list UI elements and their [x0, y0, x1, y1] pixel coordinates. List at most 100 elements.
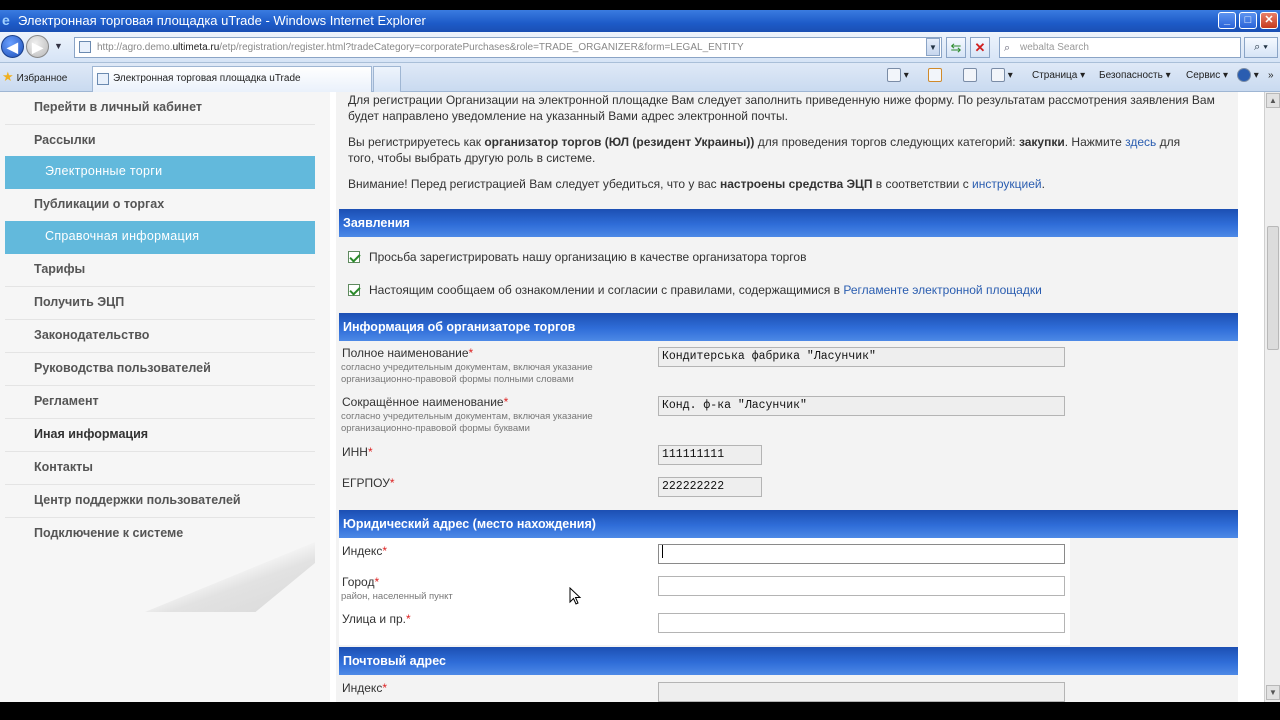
- text-caret: [662, 545, 663, 558]
- print-button[interactable]: ▾: [991, 68, 1013, 84]
- egrpou-field[interactable]: 222222222: [658, 477, 762, 497]
- sidebar-item-e-trading[interactable]: Электронные торги: [5, 156, 315, 189]
- intro-text: Вы регистрируетесь как: [348, 135, 485, 149]
- url-domain: ultimeta.ru: [172, 42, 220, 53]
- intro-text-line: того, чтобы выбрать другую роль в систем…: [348, 151, 596, 165]
- home-icon: [887, 68, 901, 83]
- sidebar-item-mailings[interactable]: Рассылки: [5, 125, 315, 158]
- intro-text-line: Для регистрации Организации на электронн…: [348, 93, 1215, 107]
- minimize-button[interactable]: _: [1218, 12, 1236, 29]
- help-button[interactable]: ▾: [1237, 68, 1259, 84]
- service-menu[interactable]: Сервис ▾: [1186, 68, 1228, 84]
- home-button[interactable]: ▾: [887, 68, 909, 84]
- section-header-legal-address: Юридический адрес (место нахождения): [339, 510, 1238, 538]
- tab-page-icon: [97, 73, 109, 85]
- scrollbar-thumb[interactable]: [1267, 226, 1279, 350]
- window-titlebar: e Электронная торговая площадка uTrade -…: [0, 10, 1280, 32]
- agree-checkbox[interactable]: [348, 284, 360, 296]
- screen: e Электронная торговая площадка uTrade -…: [0, 0, 1280, 720]
- section-header-organizer: Информация об организаторе торгов: [339, 313, 1238, 341]
- sidebar-item-publications[interactable]: Публикации о торгах: [5, 189, 315, 222]
- required-mark: *: [389, 476, 395, 490]
- city-input[interactable]: [658, 576, 1065, 596]
- full-name-label: Полное наименование*: [342, 346, 473, 361]
- required-mark: *: [382, 681, 387, 695]
- sidebar-item-tariffs[interactable]: Тарифы: [5, 254, 315, 287]
- security-menu[interactable]: Безопасность ▾: [1099, 68, 1171, 84]
- page-menu[interactable]: Страница ▾: [1032, 68, 1085, 84]
- url-dropdown-button[interactable]: ▼: [926, 38, 940, 56]
- favorites-button[interactable]: ★ Избранное: [2, 69, 67, 85]
- close-window-button[interactable]: ✕: [1260, 12, 1278, 29]
- street-input[interactable]: [658, 613, 1065, 633]
- sidebar-item-connect[interactable]: Подключение к системе: [5, 518, 315, 551]
- full-name-field[interactable]: Кондитерська фабрика "Ласунчик": [658, 347, 1065, 367]
- label-text: Улица и пр.: [342, 612, 406, 626]
- hint-line: согласно учредительным документам, включ…: [341, 411, 593, 422]
- help-icon: [1237, 68, 1251, 83]
- mail-button[interactable]: [963, 68, 977, 84]
- tab-title: Электронная торговая площадка uTrade: [113, 73, 301, 84]
- regulations-link[interactable]: Регламенте электронной площадки: [843, 283, 1041, 297]
- new-tab-button[interactable]: [373, 66, 401, 92]
- maximize-button[interactable]: □: [1239, 12, 1257, 29]
- sidebar-item-contacts[interactable]: Контакты: [5, 452, 315, 485]
- instructions-link[interactable]: инструкцией: [972, 177, 1042, 191]
- url-field[interactable]: http://agro.demo.ultimeta.ru/etp/registr…: [74, 37, 942, 58]
- short-name-label: Сокращённое наименование*: [342, 395, 508, 410]
- required-mark: *: [405, 612, 411, 626]
- short-name-field[interactable]: Конд. ф-ка "Ласунчик": [658, 396, 1065, 416]
- legal-index-input[interactable]: [658, 544, 1065, 564]
- sidebar-item-legislation[interactable]: Законодательство: [5, 320, 315, 353]
- history-dropdown-icon[interactable]: ▼: [54, 41, 63, 51]
- forward-button[interactable]: ▶: [26, 35, 49, 58]
- scroll-up-icon[interactable]: ▲: [1266, 93, 1280, 108]
- sidebar-item-other-info[interactable]: Иная информация: [5, 419, 315, 452]
- label-text: ИНН: [342, 445, 368, 459]
- toolbar-overflow-button[interactable]: »: [1268, 68, 1274, 84]
- search-input[interactable]: ⌕ webalta Search: [999, 37, 1241, 58]
- sidebar-item-user-guides[interactable]: Руководства пользователей: [5, 353, 315, 386]
- intro-paragraph-1: Для регистрации Организации на электронн…: [336, 92, 1231, 124]
- change-role-link[interactable]: здесь: [1125, 135, 1156, 149]
- sidebar-item-reference[interactable]: Справочная информация: [5, 221, 315, 254]
- hint-line: согласно учредительным документам, включ…: [341, 362, 593, 373]
- sidebar-item-support[interactable]: Центр поддержки пользователей: [5, 485, 315, 518]
- intro-text: для: [1156, 135, 1181, 149]
- checkbox-label: Просьба зарегистрировать нашу организаци…: [369, 250, 807, 264]
- register-checkbox[interactable]: [348, 251, 360, 263]
- sidebar-item-get-eds[interactable]: Получить ЭЦП: [5, 287, 315, 320]
- postal-index-label: Индекс*: [342, 681, 387, 696]
- page-content: Перейти в личный кабинет Рассылки Электр…: [0, 92, 1264, 702]
- inn-label: ИНН*: [342, 445, 373, 460]
- intro-text: для проведения торгов следующих категори…: [754, 135, 1019, 149]
- rss-icon: [928, 68, 942, 83]
- checkbox-label: Настоящим сообщаем об ознакомлении и сог…: [369, 283, 844, 297]
- url-prefix: http://agro.demo.: [97, 42, 173, 53]
- page-curl-decoration: [145, 542, 315, 612]
- scroll-down-icon[interactable]: ▼: [1266, 685, 1280, 700]
- postal-index-input[interactable]: [658, 682, 1065, 702]
- sidebar-item-regulations[interactable]: Регламент: [5, 386, 315, 419]
- back-button[interactable]: ◀: [1, 35, 24, 58]
- feeds-button[interactable]: [928, 68, 942, 84]
- intro-text: Внимание! Перед регистрацией Вам следует…: [348, 177, 720, 191]
- print-icon: [991, 68, 1005, 83]
- favorites-star-icon: ★: [2, 69, 14, 84]
- role-text: организатор торгов (ЮЛ (резидент Украины…: [484, 135, 755, 149]
- stop-button[interactable]: ✕: [970, 37, 990, 58]
- mail-icon: [963, 68, 977, 83]
- intro-text: в соответствии с: [872, 177, 973, 191]
- sidebar-item-cabinet[interactable]: Перейти в личный кабинет: [5, 92, 315, 125]
- label-text: Индекс: [342, 544, 383, 558]
- label-text: Сокращённое наименование: [342, 395, 504, 409]
- section-header-applications: Заявления: [339, 209, 1238, 237]
- browser-tab-active[interactable]: Электронная торговая площадка uTrade: [92, 66, 372, 92]
- search-button[interactable]: ⌕ ▾: [1244, 37, 1278, 58]
- service-menu-label: Сервис: [1186, 70, 1221, 81]
- refresh-button[interactable]: ⇆: [946, 37, 966, 58]
- label-text: Город: [342, 575, 375, 589]
- inn-field[interactable]: 111111111: [658, 445, 762, 465]
- favorites-label: Избранное: [16, 73, 68, 84]
- vertical-scrollbar[interactable]: ▲ ▼: [1264, 92, 1280, 702]
